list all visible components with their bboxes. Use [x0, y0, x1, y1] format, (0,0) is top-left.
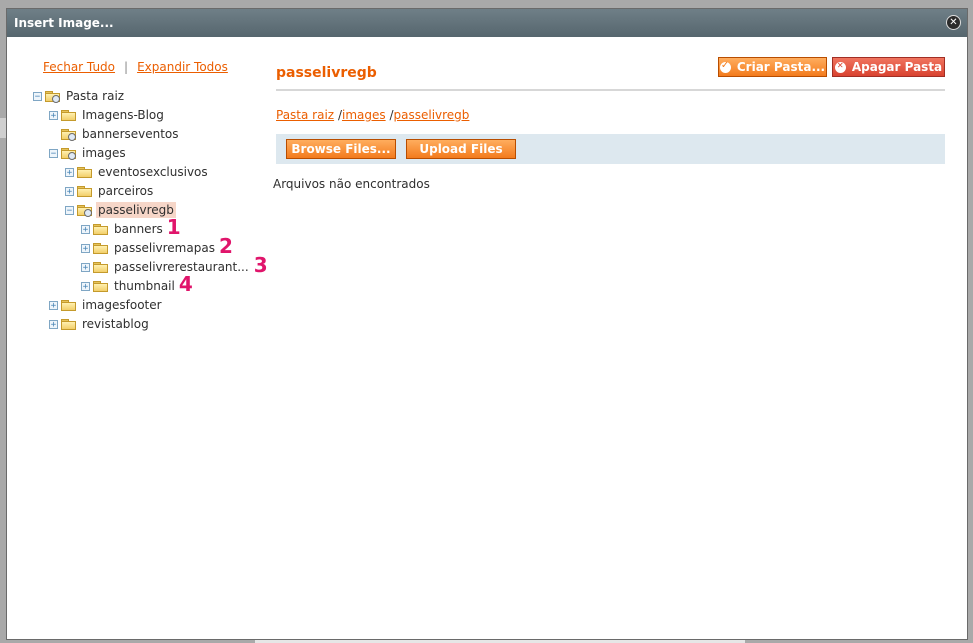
- expand-toggle-icon[interactable]: +: [81, 262, 90, 272]
- dialog-titlebar: Insert Image... ✕: [7, 9, 967, 37]
- collapse-toggle-icon[interactable]: −: [65, 205, 74, 215]
- delete-folder-label: Apagar Pasta: [851, 60, 943, 74]
- expand-all-link[interactable]: Expandir Todos: [137, 60, 228, 74]
- expand-toggle-icon[interactable]: +: [65, 186, 74, 196]
- tree-node-label[interactable]: passelivregb: [96, 202, 176, 218]
- tree-node-label[interactable]: parceiros: [96, 183, 155, 199]
- tree-node[interactable]: + passelivrerestaurant... 3: [81, 253, 268, 277]
- folder-icon: [61, 299, 76, 311]
- expand-toggle-icon[interactable]: +: [49, 110, 58, 120]
- insert-image-dialog: Insert Image... ✕ Fechar Tudo | Expandir T…: [6, 8, 968, 640]
- tree-node[interactable]: + Imagens-Blog: [49, 106, 166, 124]
- breadcrumb-current[interactable]: passelivregb: [394, 108, 470, 122]
- tree-node[interactable]: + imagesfooter: [49, 296, 164, 314]
- tree-node[interactable]: bannerseventos: [49, 125, 181, 143]
- annotation-number: 4: [178, 272, 193, 296]
- tree-node[interactable]: + passelivremapas 2: [81, 234, 233, 258]
- tree-node[interactable]: − images: [49, 144, 128, 162]
- expand-toggle-icon[interactable]: +: [81, 281, 90, 291]
- close-icon[interactable]: ✕: [946, 15, 961, 30]
- breadcrumb-root[interactable]: Pasta raiz: [276, 108, 334, 122]
- folder-open-icon: [61, 128, 76, 141]
- folder-icon: [93, 242, 108, 254]
- tree-node[interactable]: + banners 1: [81, 215, 181, 239]
- tree-links: Fechar Tudo | Expandir Todos: [43, 60, 228, 74]
- expand-toggle-icon[interactable]: +: [81, 224, 90, 234]
- collapse-toggle-icon[interactable]: −: [49, 148, 58, 158]
- tree-node-label[interactable]: imagesfooter: [80, 297, 164, 313]
- folder-icon: [61, 109, 76, 121]
- check-icon: [719, 60, 731, 73]
- empty-status-text: Arquivos não encontrados: [273, 177, 430, 191]
- current-folder-title: passelivregb: [276, 65, 377, 81]
- delete-icon: [834, 61, 846, 73]
- collapse-toggle-icon[interactable]: −: [33, 91, 42, 101]
- tree-node-label[interactable]: eventosexclusivos: [96, 164, 210, 180]
- upload-toolbar: Browse Files... Upload Files: [276, 134, 945, 164]
- folder-open-icon: [77, 204, 92, 217]
- dialog-title: Insert Image...: [14, 16, 114, 30]
- folder-icon: [77, 166, 92, 178]
- tree-node-label[interactable]: Pasta raiz: [64, 88, 126, 104]
- upload-files-button[interactable]: Upload Files: [406, 139, 516, 159]
- folder-icon: [93, 280, 108, 292]
- expand-toggle-icon[interactable]: +: [65, 167, 74, 177]
- annotation-number: 3: [253, 253, 268, 277]
- header-divider: [276, 89, 945, 91]
- folder-icon: [61, 318, 76, 330]
- tree-node-label[interactable]: passelivremapas: [112, 240, 217, 256]
- annotation-number: 2: [218, 234, 233, 258]
- folder-icon: [93, 261, 108, 273]
- folder-icon: [77, 185, 92, 197]
- annotation-number: 1: [166, 215, 181, 239]
- tree-node-label[interactable]: thumbnail: [112, 278, 177, 294]
- folder-icon: [93, 223, 108, 235]
- tree-node[interactable]: − Pasta raiz: [33, 87, 126, 105]
- tree-node[interactable]: + thumbnail 4: [81, 272, 193, 296]
- expand-toggle-icon[interactable]: +: [49, 319, 58, 329]
- expand-toggle-icon[interactable]: +: [49, 300, 58, 310]
- tree-node-label[interactable]: revistablog: [80, 316, 151, 332]
- tree-node-label[interactable]: banners: [112, 221, 165, 237]
- browse-files-button[interactable]: Browse Files...: [286, 139, 396, 159]
- breadcrumb: Pasta raiz /images /passelivregb: [276, 108, 469, 122]
- tree-node[interactable]: + eventosexclusivos: [65, 163, 210, 181]
- create-folder-button[interactable]: Criar Pasta...: [718, 57, 827, 77]
- delete-folder-button[interactable]: Apagar Pasta: [832, 57, 945, 77]
- expand-toggle-icon[interactable]: +: [81, 243, 90, 253]
- folder-open-icon: [61, 147, 76, 160]
- folder-open-icon: [45, 90, 60, 103]
- tree-node[interactable]: + parceiros: [65, 182, 155, 200]
- collapse-all-link[interactable]: Fechar Tudo: [43, 60, 115, 74]
- breadcrumb-images[interactable]: images: [342, 108, 386, 122]
- tree-node-label[interactable]: images: [80, 145, 128, 161]
- tree-node-label[interactable]: Imagens-Blog: [80, 107, 166, 123]
- tree-node-label[interactable]: bannerseventos: [80, 126, 181, 142]
- tree-node[interactable]: + revistablog: [49, 315, 151, 333]
- tree-node[interactable]: − passelivregb: [65, 201, 176, 219]
- tree-links-separator: |: [124, 60, 129, 74]
- create-folder-label: Criar Pasta...: [736, 60, 826, 74]
